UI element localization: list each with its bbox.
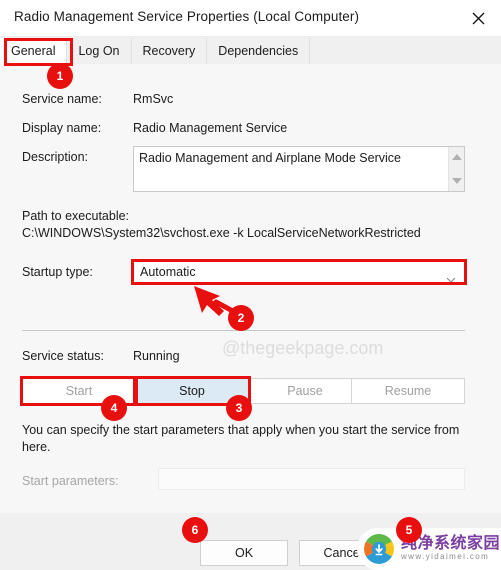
start-parameters-label: Start parameters: bbox=[22, 474, 119, 488]
description-textarea[interactable]: Radio Management and Airplane Mode Servi… bbox=[133, 146, 465, 192]
close-button[interactable] bbox=[455, 0, 501, 36]
start-button: Start bbox=[22, 378, 136, 404]
path-to-executable-label: Path to executable: bbox=[22, 209, 130, 223]
tab-dependencies-label: Dependencies bbox=[218, 44, 299, 58]
service-properties-dialog: Radio Management Service Properties (Loc… bbox=[0, 0, 501, 570]
title-bar: Radio Management Service Properties (Loc… bbox=[0, 0, 501, 37]
tab-general[interactable]: General bbox=[0, 38, 68, 64]
tab-recovery-label: Recovery bbox=[142, 44, 196, 58]
stop-button[interactable]: Stop bbox=[135, 378, 249, 404]
section-divider bbox=[22, 330, 465, 331]
start-parameters-hint: You can specify the start parameters tha… bbox=[22, 423, 460, 454]
description-value: Radio Management and Airplane Mode Servi… bbox=[139, 151, 401, 165]
ok-button-label: OK bbox=[234, 546, 254, 560]
path-to-executable-value: C:\WINDOWS\System32\svchost.exe -k Local… bbox=[22, 226, 421, 240]
start-button-label: Start bbox=[65, 384, 93, 398]
tab-strip: General Log On Recovery Dependencies bbox=[0, 37, 501, 64]
display-name-label: Display name: bbox=[22, 121, 102, 135]
resume-button: Resume bbox=[351, 378, 465, 404]
close-icon bbox=[472, 12, 485, 25]
startup-type-dropdown[interactable]: Automatic bbox=[133, 261, 465, 283]
dialog-footer: OK Cancel bbox=[0, 513, 501, 570]
cancel-button-label: Cancel bbox=[323, 546, 363, 560]
startup-type-value: Automatic bbox=[140, 265, 196, 279]
chevron-down-icon bbox=[446, 270, 456, 288]
start-parameters-input[interactable] bbox=[158, 468, 465, 490]
startup-type-label: Startup type: bbox=[22, 265, 93, 279]
service-name-value: RmSvc bbox=[133, 92, 174, 106]
tab-dependencies[interactable]: Dependencies bbox=[207, 38, 311, 64]
resume-button-label: Resume bbox=[384, 384, 432, 398]
tab-log-on-label: Log On bbox=[78, 44, 120, 58]
scroll-down-icon[interactable] bbox=[451, 178, 462, 184]
tab-strip-filler bbox=[310, 38, 501, 64]
general-tab-panel: Service name: RmSvc Display name: Radio … bbox=[0, 64, 501, 513]
tab-general-label: General bbox=[11, 44, 56, 58]
cancel-button[interactable]: Cancel bbox=[299, 540, 387, 566]
window-title: Radio Management Service Properties (Loc… bbox=[14, 9, 360, 24]
scroll-up-icon[interactable] bbox=[451, 154, 462, 160]
service-status-value: Running bbox=[133, 349, 180, 363]
description-label: Description: bbox=[22, 150, 88, 164]
service-status-label: Service status: bbox=[22, 349, 104, 363]
stop-button-label: Stop bbox=[179, 384, 205, 398]
service-name-label: Service name: bbox=[22, 92, 102, 106]
display-name-value: Radio Management Service bbox=[133, 121, 288, 135]
pause-button-label: Pause bbox=[287, 384, 323, 398]
pause-button: Pause bbox=[248, 378, 362, 404]
ok-button[interactable]: OK bbox=[200, 540, 288, 566]
description-scrollbar[interactable] bbox=[448, 147, 464, 191]
tab-recovery[interactable]: Recovery bbox=[131, 38, 208, 64]
tab-log-on[interactable]: Log On bbox=[67, 38, 132, 64]
